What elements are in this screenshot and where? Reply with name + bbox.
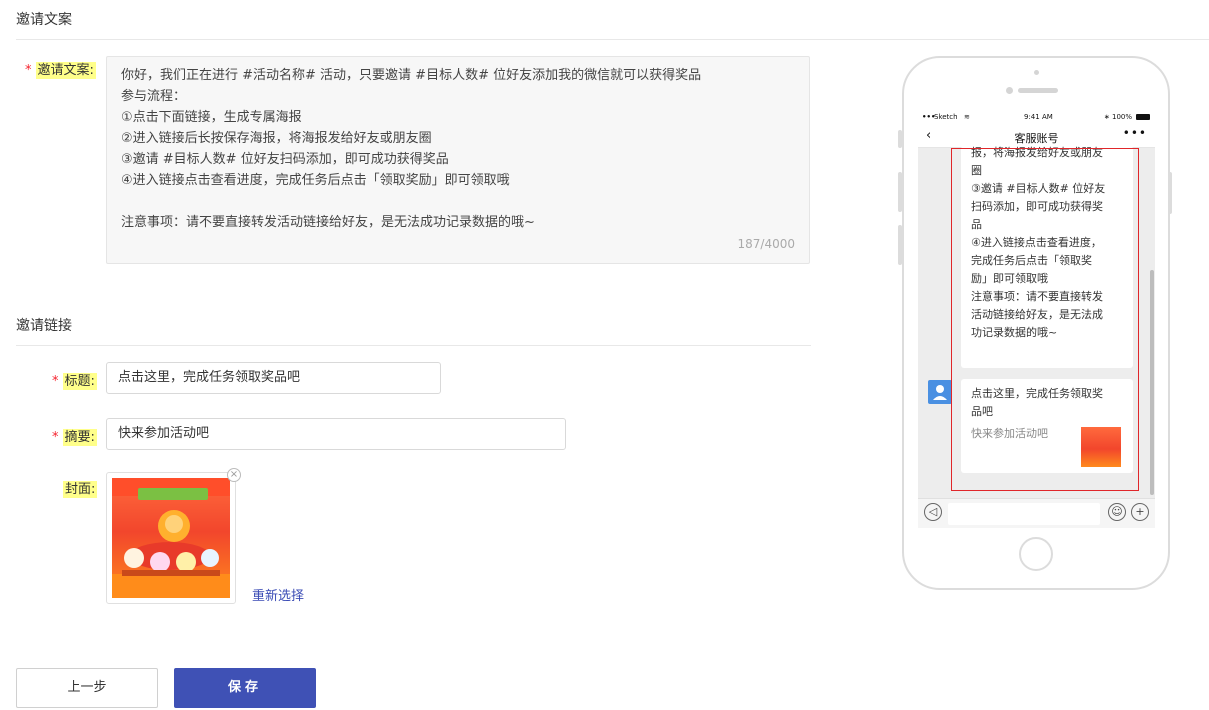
carrier-label: Sketch (934, 113, 958, 121)
cover-illustration (112, 478, 230, 598)
required-mark: * (25, 63, 32, 78)
avatar (928, 380, 952, 404)
preview-highlight-box (951, 148, 1139, 491)
wifi-icon: ≋ (964, 113, 970, 121)
cover-image (112, 478, 230, 598)
divider (16, 39, 1209, 40)
copy-label: * 邀请文案: (25, 59, 96, 79)
required-mark: * (52, 430, 59, 445)
copy-label-text: 邀请文案: (35, 62, 96, 79)
phone-speaker (1018, 88, 1058, 93)
phone-home-button (1019, 537, 1053, 571)
copy-line: ④进入链接点击查看进度，完成任务后点击「领取奖励」即可领取哦 (121, 173, 510, 188)
phone-camera (1006, 87, 1013, 94)
phone-side-button (898, 225, 902, 265)
chat-input-bar: ◁ ☺ + (918, 498, 1155, 528)
copy-line: 你好，我们正在进行 #活动名称# 活动，只要邀请 #目标人数# 位好友添加我的微… (121, 68, 702, 83)
time-label: 9:41 AM (1024, 113, 1053, 121)
cover-label-text: 封面: (63, 481, 98, 498)
phone-camera (1034, 70, 1039, 75)
scrollbar[interactable] (1150, 270, 1154, 495)
phone-side-button (1168, 172, 1172, 214)
status-bar: ••• Sketch ≋ 9:41 AM ∗ 100% (918, 108, 1155, 126)
summary-input[interactable]: 快来参加活动吧 (106, 418, 566, 450)
copy-textarea[interactable]: 你好，我们正在进行 #活动名称# 活动，只要邀请 #目标人数# 位好友添加我的微… (106, 56, 810, 264)
required-mark: * (52, 374, 59, 389)
phone-side-button (898, 172, 902, 212)
emoji-icon[interactable]: ☺ (1108, 503, 1126, 521)
more-icon[interactable]: ••• (1123, 126, 1147, 140)
copy-line (121, 191, 795, 212)
copy-line: 参与流程： (121, 89, 187, 104)
title-label: * 标题: (52, 370, 97, 390)
copy-line: ③邀请 #目标人数# 位好友扫码添加，即可成功获得奖品 (121, 152, 449, 167)
phone-side-button (898, 130, 902, 148)
copy-line: ①点击下面链接，生成专属海报 (121, 110, 302, 125)
copy-line: 注意事项：请不要直接转发活动链接给好友，是无法成功记录数据的哦~ (121, 215, 535, 230)
user-icon (933, 385, 947, 400)
cover-image-frame[interactable] (106, 472, 236, 604)
save-button[interactable]: 保存 (174, 668, 316, 708)
section-title-link: 邀请链接 (16, 318, 72, 334)
reselect-link[interactable]: 重新选择 (252, 585, 304, 604)
summary-label: * 摘要: (52, 426, 97, 446)
title-label-text: 标题: (62, 373, 97, 390)
char-counter: 187/4000 (737, 237, 796, 251)
battery-label: 100% (1112, 113, 1133, 121)
cover-label: 封面: (63, 478, 98, 498)
section-title-copy: 邀请文案 (16, 12, 72, 28)
prev-step-button[interactable]: 上一步 (16, 668, 158, 708)
chat-input[interactable] (948, 503, 1100, 525)
close-icon[interactable]: × (227, 468, 241, 482)
copy-line: ②进入链接后长按保存海报，将海报发给好友或朋友圈 (121, 131, 432, 146)
plus-icon[interactable]: + (1131, 503, 1149, 521)
voice-icon[interactable]: ◁ (924, 503, 942, 521)
bluetooth-icon: ∗ (1104, 113, 1110, 121)
divider (16, 345, 811, 346)
summary-label-text: 摘要: (62, 429, 97, 446)
battery-icon (1136, 114, 1150, 120)
title-input[interactable]: 点击这里，完成任务领取奖品吧 (106, 362, 441, 394)
